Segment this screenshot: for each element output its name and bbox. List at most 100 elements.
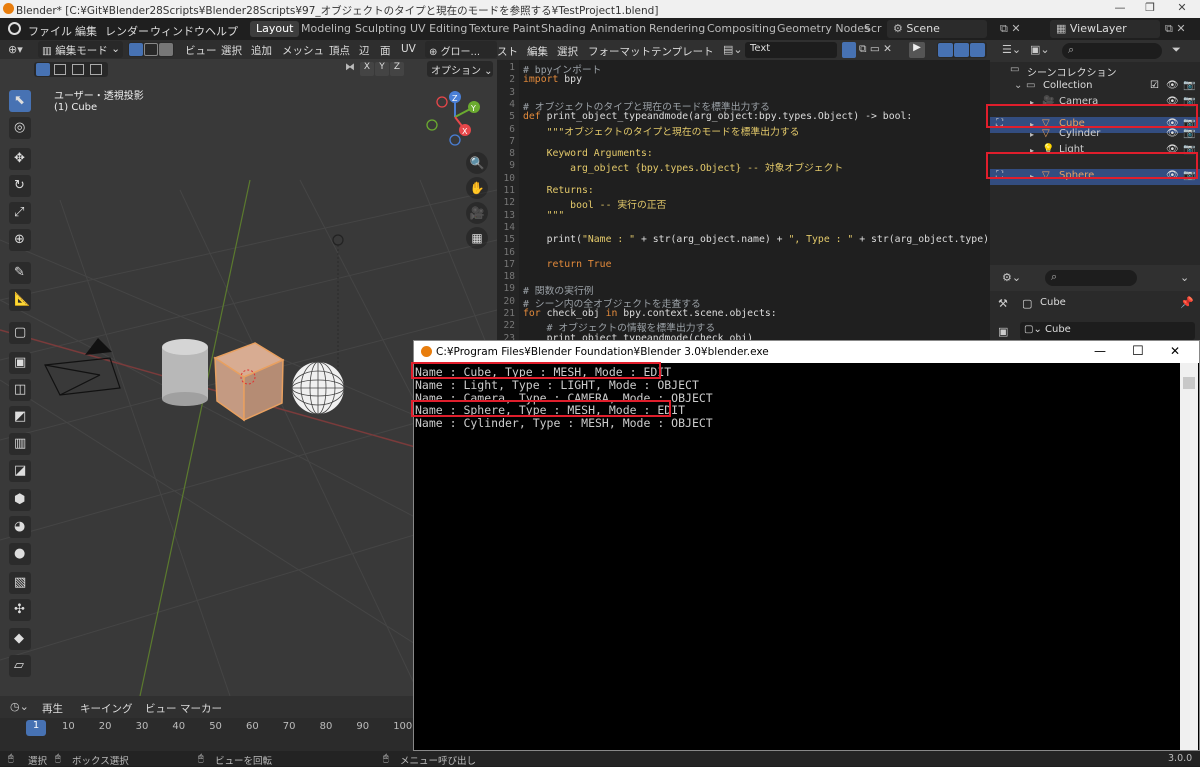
extend-selection-button[interactable] (54, 64, 66, 75)
poly-build-tool[interactable]: ⬢ (9, 489, 31, 511)
properties-editor[interactable]: ⚙⌄ ⌕ ⌄ ⚒ ▣ ▢ Cube 📌 ▢⌄ Cube (990, 265, 1200, 340)
code-line[interactable]: return True (523, 259, 612, 270)
display-mode-icon[interactable]: ▣⌄ (1030, 43, 1050, 56)
console-close-button[interactable]: ✕ (1170, 344, 1180, 358)
add-cube-tool[interactable]: ▢ (9, 322, 31, 344)
text-datablock-icon[interactable]: ▤⌄ (723, 43, 743, 56)
menu-vertex[interactable]: 頂点 (329, 43, 350, 58)
face-select-button[interactable] (159, 43, 173, 56)
transform-orientation-dropdown[interactable]: ⊕ グロー... (425, 41, 497, 58)
menu-render[interactable]: レンダー (105, 23, 149, 39)
code-line[interactable]: for check_obj in bpy.context.scene.objec… (523, 308, 777, 319)
view-layer-selector[interactable]: ▦ ViewLayer (1050, 20, 1160, 38)
code-line[interactable]: print_object_typeandmode(check_obj) (523, 333, 753, 340)
menu-select[interactable]: 選択 (557, 44, 578, 59)
camera-render-icon[interactable]: 📷 (1183, 128, 1195, 139)
mirror-z-button[interactable]: Z (390, 62, 404, 76)
checkbox-icon[interactable]: ☑ (1150, 80, 1159, 91)
annotate-tool[interactable]: ✎ (9, 262, 31, 284)
code-line[interactable]: """オブジェクトのタイプと現在のモードを標準出力する (523, 124, 800, 138)
pin-icon[interactable]: 📌 (1180, 296, 1194, 309)
line-numbers-toggle[interactable] (938, 43, 953, 57)
blender-menu-icon[interactable] (8, 22, 21, 35)
perspective-toggle-button[interactable]: ▦ (466, 227, 488, 249)
knife-tool[interactable]: ◪ (9, 460, 31, 482)
outliner-row-cylinder[interactable]: ▸ ▽ Cylinder 👁 📷 (990, 127, 1200, 143)
rip-tool[interactable]: ▱ (9, 655, 31, 677)
code-line[interactable]: import bpy (523, 74, 582, 85)
word-wrap-toggle[interactable] (954, 43, 969, 57)
transform-tool[interactable]: ⊕ (9, 229, 31, 251)
bevel-tool[interactable]: ◩ (9, 406, 31, 428)
code-line[interactable]: arg_object {bpy.types.Object} -- 対象オブジェク… (523, 160, 843, 174)
tab-scripting[interactable]: Scr (858, 21, 888, 37)
system-console-window[interactable]: C:¥Program Files¥Blender Foundation¥Blen… (411, 340, 1200, 751)
menu-view[interactable]: ビュー (145, 701, 177, 716)
shear-tool[interactable]: ◆ (9, 628, 31, 650)
new-selection-button[interactable] (36, 63, 50, 76)
code-line[interactable]: Returns: (523, 185, 594, 196)
scene-selector[interactable]: ⚙ Scene (887, 20, 987, 38)
editor-type-icon[interactable]: ☰⌄ (1002, 43, 1021, 56)
code-line[interactable]: def print_object_typeandmode(arg_object:… (523, 111, 912, 122)
mirror-x-button[interactable]: X (360, 62, 374, 76)
menu-edge[interactable]: 辺 (359, 43, 370, 58)
shrink-fatten-tool[interactable]: ✣ (9, 599, 31, 621)
timeline[interactable]: ◷⌄ 再生 キーイング ビュー マーカー 1 10 20 30 40 50 60 70 80 9… (0, 696, 413, 751)
measure-tool[interactable]: 📐 (9, 289, 31, 311)
select-box-tool[interactable]: ⬉ (9, 90, 31, 112)
invert-selection-button[interactable] (90, 64, 102, 75)
expand-icon[interactable]: ⌄ (1014, 80, 1022, 91)
code-line[interactable]: print("Name : " + str(arg_object.name) +… (523, 234, 990, 245)
tab-texture-paint[interactable]: Texture Paint (463, 21, 546, 37)
menu-playback[interactable]: 再生 (42, 701, 63, 716)
fake-user-shield-icon[interactable] (842, 42, 856, 58)
edge-slide-tool[interactable]: ▧ (9, 572, 31, 594)
unlink-text-icon[interactable]: ✕ (883, 43, 892, 55)
options-dropdown[interactable]: オプション ⌄ (427, 61, 493, 77)
text-name-field[interactable]: Text (745, 42, 837, 58)
vertex-select-button[interactable] (129, 43, 143, 56)
text-editor[interactable]: スト 編集 選択 フォーマット テンプレート ▤⌄ Text ⧉ ▭ ✕ ▶ 1… (497, 40, 990, 340)
inset-tool[interactable]: ◫ (9, 379, 31, 401)
menu-text[interactable]: スト (497, 44, 518, 59)
outliner-row-scene-collection[interactable]: ▭ シーンコレクション (990, 63, 1200, 79)
menu-file[interactable]: ファイル (28, 23, 72, 39)
eye-icon[interactable]: 👁 (1166, 80, 1179, 91)
tab-sculpting[interactable]: Sculpting (349, 21, 412, 37)
pan-button[interactable]: ✋ (466, 177, 488, 199)
menu-marker[interactable]: マーカー (180, 701, 222, 716)
menu-format[interactable]: フォーマット (588, 44, 651, 59)
menu-uv[interactable]: UV (401, 43, 416, 55)
menu-keying[interactable]: キーイング (80, 701, 133, 716)
menu-templates[interactable]: テンプレート (651, 44, 714, 59)
mode-dropdown[interactable]: ▥ 編集モード ⌄ (38, 41, 123, 58)
tab-compositing[interactable]: Compositing (701, 21, 782, 37)
view-layer-copy-icon[interactable]: ⧉ ✕ (1165, 22, 1186, 36)
camera-view-button[interactable]: 🎥 (466, 202, 488, 224)
datablock-field[interactable]: ▢⌄ Cube (1020, 322, 1195, 340)
mirror-y-button[interactable]: Y (375, 62, 389, 76)
run-script-button[interactable]: ▶ (909, 42, 925, 58)
properties-search-input[interactable]: ⌕ (1045, 270, 1137, 286)
tool-tab-icon[interactable]: ⚒ (998, 297, 1008, 310)
tab-animation[interactable]: Animation (584, 21, 652, 37)
eye-icon[interactable]: 👁 (1166, 128, 1179, 139)
text-datablock-actions[interactable]: ⧉ ▭ ✕ (859, 43, 892, 56)
tab-modeling[interactable]: Modeling (295, 21, 357, 37)
code-line[interactable]: Keyword Arguments: (523, 148, 653, 159)
code-line[interactable]: """ (523, 210, 565, 221)
smooth-tool[interactable]: ● (9, 543, 31, 565)
rotate-tool[interactable]: ↻ (9, 175, 31, 197)
current-frame-indicator[interactable]: 1 (26, 720, 46, 736)
editor-type-icon[interactable]: ⊕▾ (8, 43, 23, 56)
scale-tool[interactable]: ⤢ (9, 202, 31, 224)
cursor-tool[interactable]: ◎ (9, 117, 31, 139)
menu-face[interactable]: 面 (380, 43, 391, 58)
extrude-tool[interactable]: ▣ (9, 352, 31, 374)
outliner-row-collection[interactable]: ⌄ ▭ Collection ☑ 👁 📷 (990, 79, 1200, 95)
menu-select[interactable]: 選択 (221, 43, 242, 58)
new-text-icon[interactable]: ⧉ (859, 43, 867, 55)
tab-layout[interactable]: Layout (250, 21, 300, 37)
editor-type-icon[interactable]: ⚙⌄ (1002, 271, 1021, 284)
